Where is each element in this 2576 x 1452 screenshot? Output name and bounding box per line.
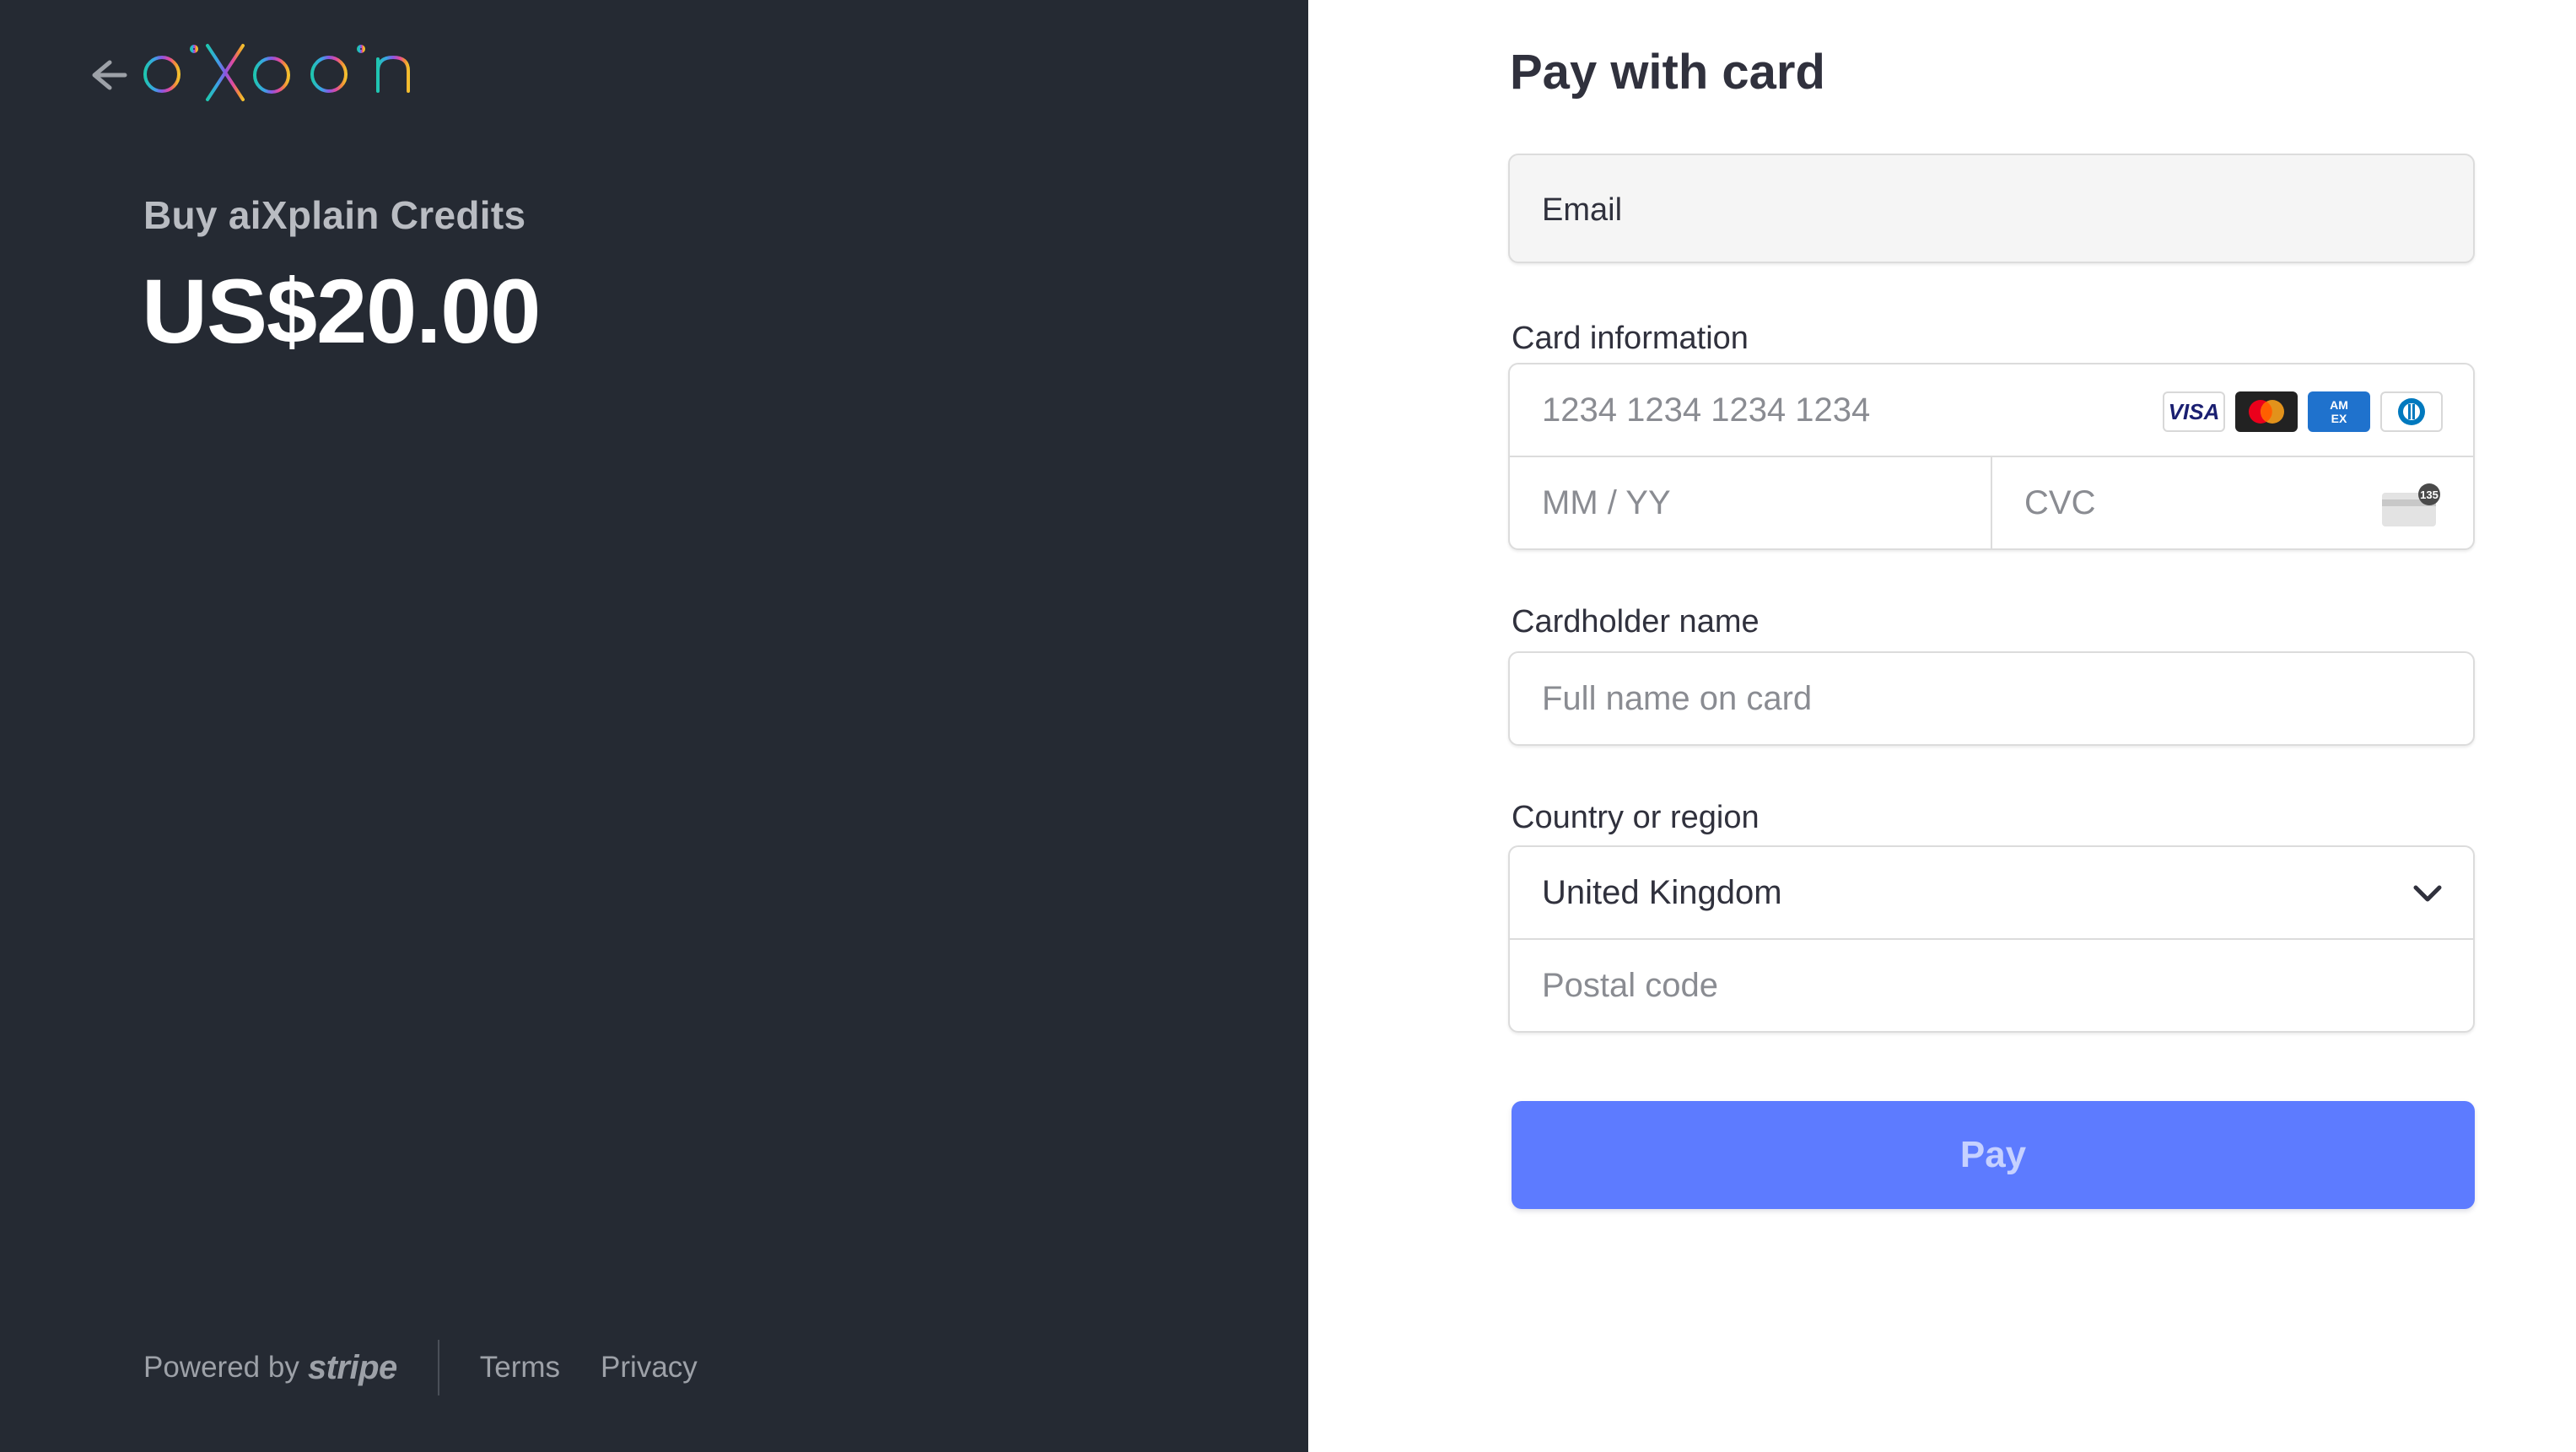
back-arrow-icon[interactable] [84, 56, 132, 94]
pay-button-label: Pay [1959, 1134, 2027, 1175]
billing-address-group: United Kingdom [1508, 845, 2475, 1033]
postal-code-input[interactable] [1542, 967, 2385, 1005]
footer-divider [437, 1340, 439, 1395]
email-label: Email [1542, 192, 1623, 228]
expiry-input[interactable] [1542, 484, 1947, 522]
terms-link[interactable]: Terms [480, 1351, 560, 1385]
svg-text:EX: EX [2331, 412, 2347, 425]
cvc-badge: 135 [2420, 488, 2439, 501]
card-info-group: VISA AM EX [1508, 363, 2475, 550]
card-number-field[interactable]: VISA AM EX [1510, 364, 2473, 457]
expiry-field[interactable] [1510, 457, 1992, 550]
svg-text:AM: AM [2330, 398, 2348, 412]
amex-icon: AM EX [2308, 391, 2370, 432]
diners-club-icon [2380, 391, 2443, 432]
cardholder-label: Cardholder name [1512, 604, 1760, 640]
stripe-logo: stripe [307, 1348, 397, 1386]
cardholder-name-input[interactable] [1542, 680, 2385, 718]
cvc-card-icon: 135 [2382, 483, 2440, 526]
card-info-label: Card information [1512, 321, 1749, 356]
cvc-input[interactable] [2024, 484, 2345, 522]
cvc-field[interactable]: 135 [1992, 457, 2475, 550]
page-title: Pay with card [1510, 45, 1825, 100]
country-select[interactable]: United Kingdom [1510, 847, 2473, 940]
pay-button[interactable]: Pay [1512, 1101, 2475, 1209]
mastercard-icon [2235, 391, 2298, 432]
card-brands: VISA AM EX [2163, 391, 2443, 432]
powered-by-stripe[interactable]: Powered by stripe [143, 1349, 397, 1387]
visa-icon: VISA [2163, 391, 2225, 432]
country-value: United Kingdom [1542, 874, 1782, 911]
country-label: Country or region [1512, 800, 1760, 835]
order-summary-panel: Buy aiXplain Credits US$20.00 Powered by… [0, 0, 1308, 1452]
card-number-input[interactable] [1542, 391, 2132, 429]
email-field[interactable]: Email [1508, 154, 2475, 263]
product-name: Buy aiXplain Credits [143, 193, 526, 237]
cardholder-name-field[interactable] [1508, 651, 2475, 746]
aixplain-logo [143, 39, 410, 113]
footer: Powered by stripe Terms Privacy [143, 1340, 738, 1395]
privacy-link[interactable]: Privacy [601, 1351, 698, 1385]
postal-code-field[interactable] [1510, 940, 2473, 1033]
chevron-down-icon [2413, 885, 2442, 902]
powered-by-label: Powered by [143, 1351, 299, 1384]
total-price: US$20.00 [142, 260, 541, 362]
